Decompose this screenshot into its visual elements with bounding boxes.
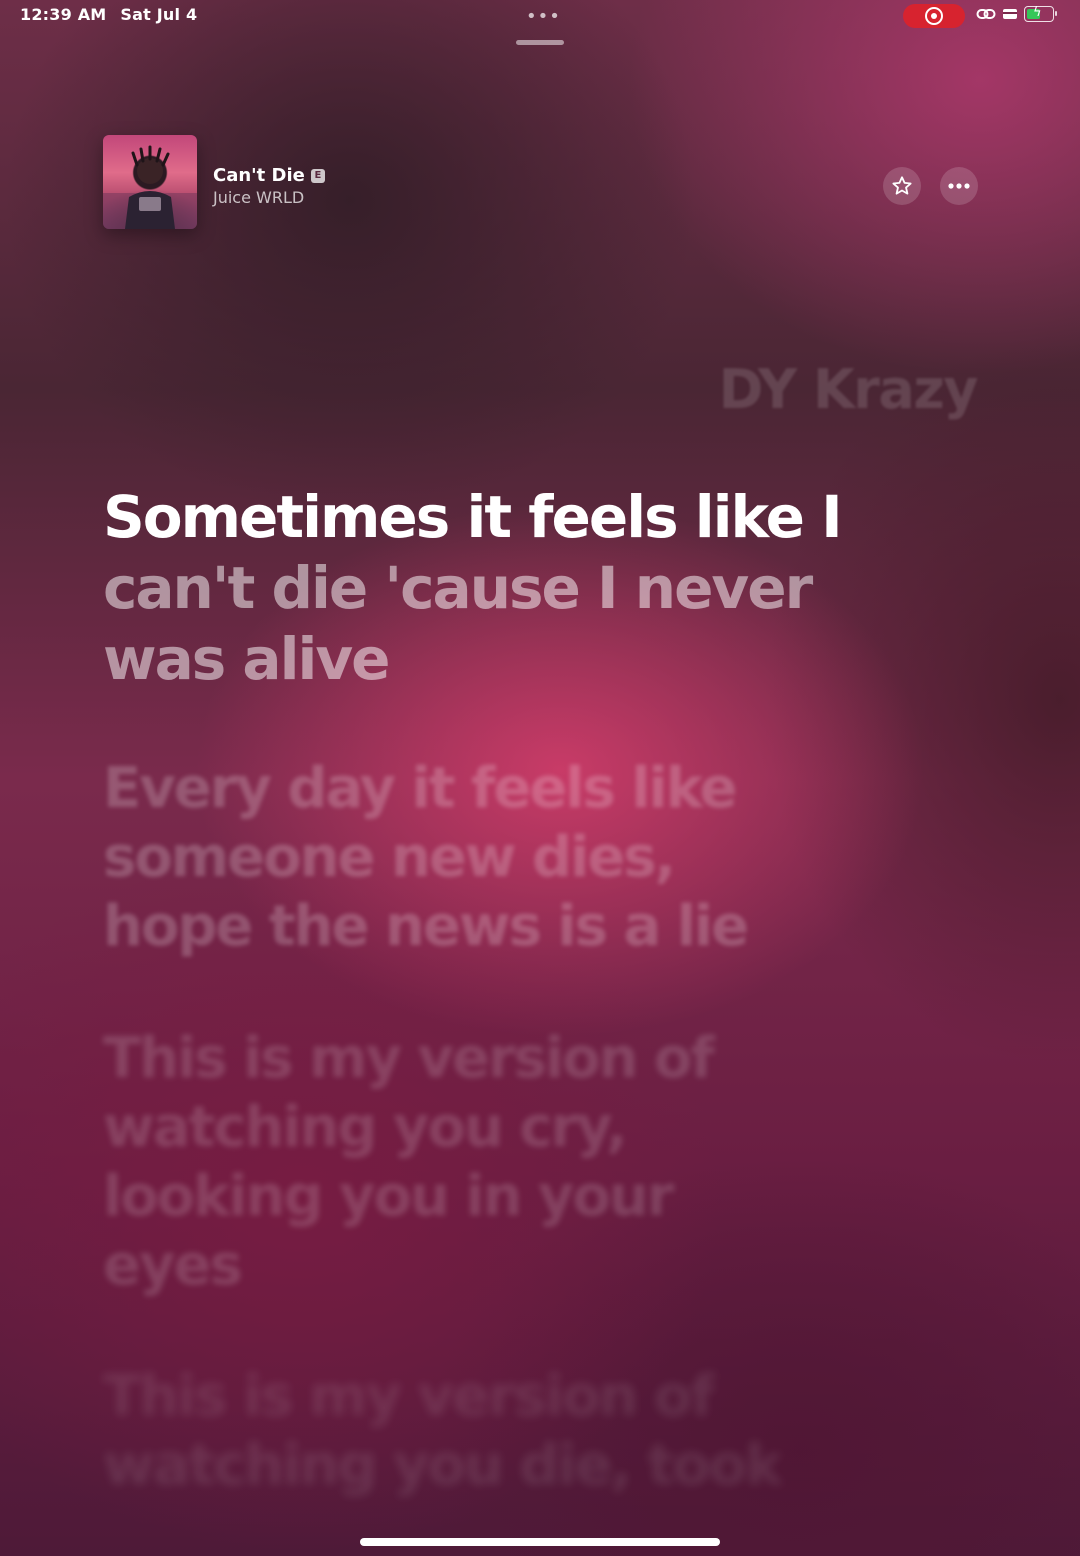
song-title: Can't Die [213, 165, 305, 186]
explicit-badge: E [310, 168, 325, 183]
lyric-credit: DY Krazy [718, 358, 979, 421]
lyric-pending-text: can't die 'cause I never was alive [103, 554, 813, 693]
card-icon [1003, 9, 1017, 19]
multitasking-dots-icon[interactable]: ••• [526, 6, 561, 27]
lyric-line-current[interactable]: Sometimes it feels like I can't die 'cau… [103, 482, 883, 695]
status-icons: ϟ [976, 5, 1057, 22]
album-artwork[interactable] [103, 135, 197, 229]
lyric-line-next-3[interactable]: This is my version of watching you die, … [103, 1362, 823, 1512]
battery-icon: ϟ [1024, 5, 1057, 22]
star-icon [892, 176, 912, 195]
lyric-line-next-1[interactable]: Every day it feels like someone new dies… [103, 754, 803, 961]
artwork-figure-icon [103, 145, 197, 229]
link-icon [976, 9, 996, 19]
home-indicator[interactable] [360, 1538, 720, 1546]
ellipsis-icon [948, 183, 970, 189]
record-icon [925, 7, 943, 25]
status-date: Sat Jul 4 [120, 5, 198, 24]
status-time-date: 12:39 AM Sat Jul 4 [20, 5, 197, 24]
sheet-grabber[interactable] [516, 40, 564, 45]
favorite-button[interactable] [883, 167, 921, 205]
status-time: 12:39 AM [20, 5, 107, 24]
lyric-sung-text: Sometimes it feels like I [103, 483, 843, 551]
lyric-line-next-2[interactable]: This is my version of watching you cry, … [103, 1024, 743, 1300]
more-button[interactable] [940, 167, 978, 205]
charging-bolt-icon: ϟ [1033, 5, 1042, 20]
song-artist[interactable]: Juice WRLD [213, 188, 304, 207]
screen-recording-indicator[interactable] [903, 4, 965, 28]
song-title-row[interactable]: Can't Die E [213, 165, 325, 186]
status-bar: 12:39 AM Sat Jul 4 ••• ϟ [0, 0, 1080, 34]
